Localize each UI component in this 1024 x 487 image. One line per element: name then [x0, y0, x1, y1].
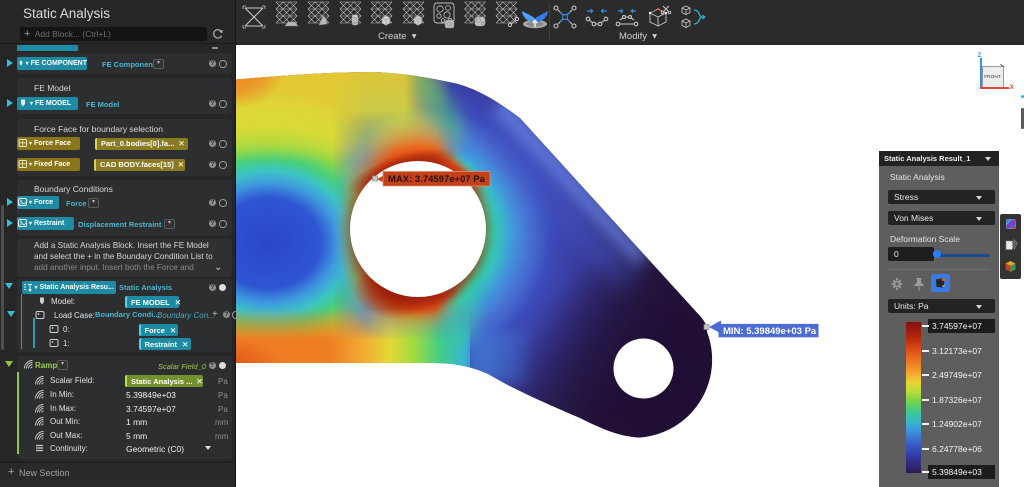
svg-text:MIN: 5.39849e+03 Pa: MIN: 5.39849e+03 Pa [723, 326, 817, 337]
svg-text:MAX: 3.74597e+07 Pa: MAX: 3.74597e+07 Pa [388, 174, 486, 185]
